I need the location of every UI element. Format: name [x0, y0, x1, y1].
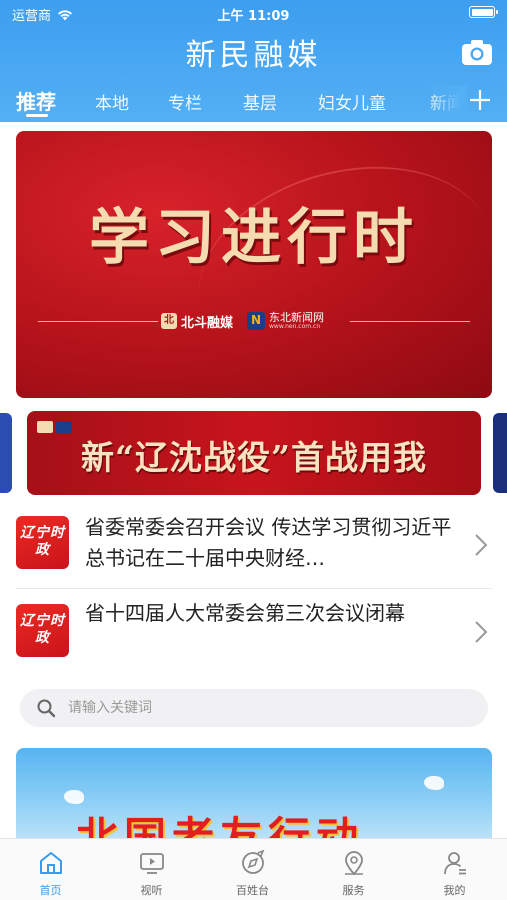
- nav-public-label: 百姓台: [236, 884, 269, 897]
- sub-banner[interactable]: 新“辽沈战役”首战用我: [27, 411, 481, 495]
- nav-mine[interactable]: 我的: [404, 839, 505, 900]
- promo-banner[interactable]: 北国老友行动: [16, 748, 492, 848]
- compass-icon: [242, 849, 265, 874]
- tab-grassroots[interactable]: 基层: [243, 89, 277, 114]
- news-title: 省十四届人大常委会第三次会议闭幕: [85, 601, 405, 625]
- nen-logo-url: www.nen.com.cn: [269, 322, 321, 330]
- camera-icon[interactable]: [461, 38, 493, 66]
- news-item[interactable]: 辽宁时政 省十四届人大常委会第三次会议闭幕: [16, 594, 492, 676]
- status-time: 上午 11:09: [217, 9, 290, 24]
- news-badge-text: 辽宁时政: [20, 525, 65, 558]
- tab-column[interactable]: 专栏: [168, 89, 202, 114]
- beidou-logo-text: 北斗融媒: [181, 315, 234, 331]
- nav-video[interactable]: 视听: [101, 839, 202, 900]
- add-channel-button[interactable]: [465, 84, 495, 116]
- nav-home[interactable]: 首页: [0, 839, 101, 900]
- bottom-tab-bar: 首页 视听 百姓台 服务 我的: [0, 838, 507, 900]
- home-icon: [40, 852, 62, 874]
- tab-women-children[interactable]: 妇女儿童: [318, 89, 386, 114]
- main-banner[interactable]: 学习进行时 北 北斗融媒 东北新闻网 www.nen.com.cn: [16, 131, 492, 398]
- chevron-right-icon: [475, 534, 488, 556]
- news-title: 省委常委会召开会议 传达学习贯彻习近平总书记在二十届中央财经…: [85, 515, 452, 570]
- tv-icon: [140, 853, 164, 874]
- nav-home-label: 首页: [39, 884, 62, 897]
- nav-video-label: 视听: [140, 884, 163, 897]
- list-divider: [16, 588, 492, 589]
- dove-decoration: [64, 790, 84, 804]
- news-badge-text: 辽宁时政: [20, 613, 65, 646]
- app-title: 新民融媒: [185, 38, 322, 73]
- beidou-logo: 北 北斗融媒: [161, 312, 233, 331]
- nav-mine-label: 我的: [443, 884, 466, 897]
- nav-service-label: 服务: [342, 884, 365, 897]
- channel-tabs: 推荐 本地 专栏 基层 妇女儿童 新闻: [0, 86, 507, 118]
- battery-level: [471, 8, 493, 16]
- beidou-logo-mark: 北: [161, 313, 177, 329]
- chevron-right-icon: [475, 621, 488, 643]
- location-pin-icon: [345, 851, 363, 876]
- news-badge: 辽宁时政: [16, 604, 69, 657]
- main-banner-title: 学习进行时: [89, 203, 419, 273]
- banner-logos: 北 北斗融媒 东北新闻网 www.nen.com.cn: [161, 309, 351, 333]
- sub-banner-title: 新“辽沈战役”首战用我: [81, 438, 427, 477]
- nen-logo: 东北新闻网 www.nen.com.cn: [247, 312, 324, 331]
- carousel-prev-peek[interactable]: [0, 413, 12, 493]
- search-icon: [37, 699, 56, 718]
- plus-icon: [470, 90, 490, 110]
- search-bar[interactable]: [20, 689, 488, 727]
- nav-public[interactable]: 百姓台: [202, 839, 303, 900]
- tab-fade: [427, 86, 467, 118]
- app-header: 运营商 上午 11:09 新民融媒 推荐 本地 专栏 基层 妇女儿童 新闻: [0, 0, 507, 122]
- tab-local[interactable]: 本地: [95, 89, 129, 114]
- dove-decoration: [424, 776, 444, 790]
- status-bar: 运营商 上午 11:09: [0, 0, 507, 28]
- battery-icon: [469, 6, 498, 18]
- active-tab-indicator: [26, 114, 48, 117]
- banner-rule-left: [38, 321, 158, 322]
- search-input[interactable]: [68, 689, 468, 727]
- user-icon: [444, 852, 466, 875]
- nen-logo-text: 东北新闻网: [269, 310, 325, 324]
- carousel-next-peek[interactable]: [493, 413, 507, 493]
- news-item[interactable]: 辽宁时政 省委常委会召开会议 传达学习贯彻习近平总书记在二十届中央财经…: [16, 508, 492, 590]
- banner-rule-right: [350, 321, 470, 322]
- nen-logo-mark: [247, 312, 266, 330]
- news-badge: 辽宁时政: [16, 516, 69, 569]
- nav-service[interactable]: 服务: [303, 839, 404, 900]
- tab-recommend[interactable]: 推荐: [16, 86, 56, 115]
